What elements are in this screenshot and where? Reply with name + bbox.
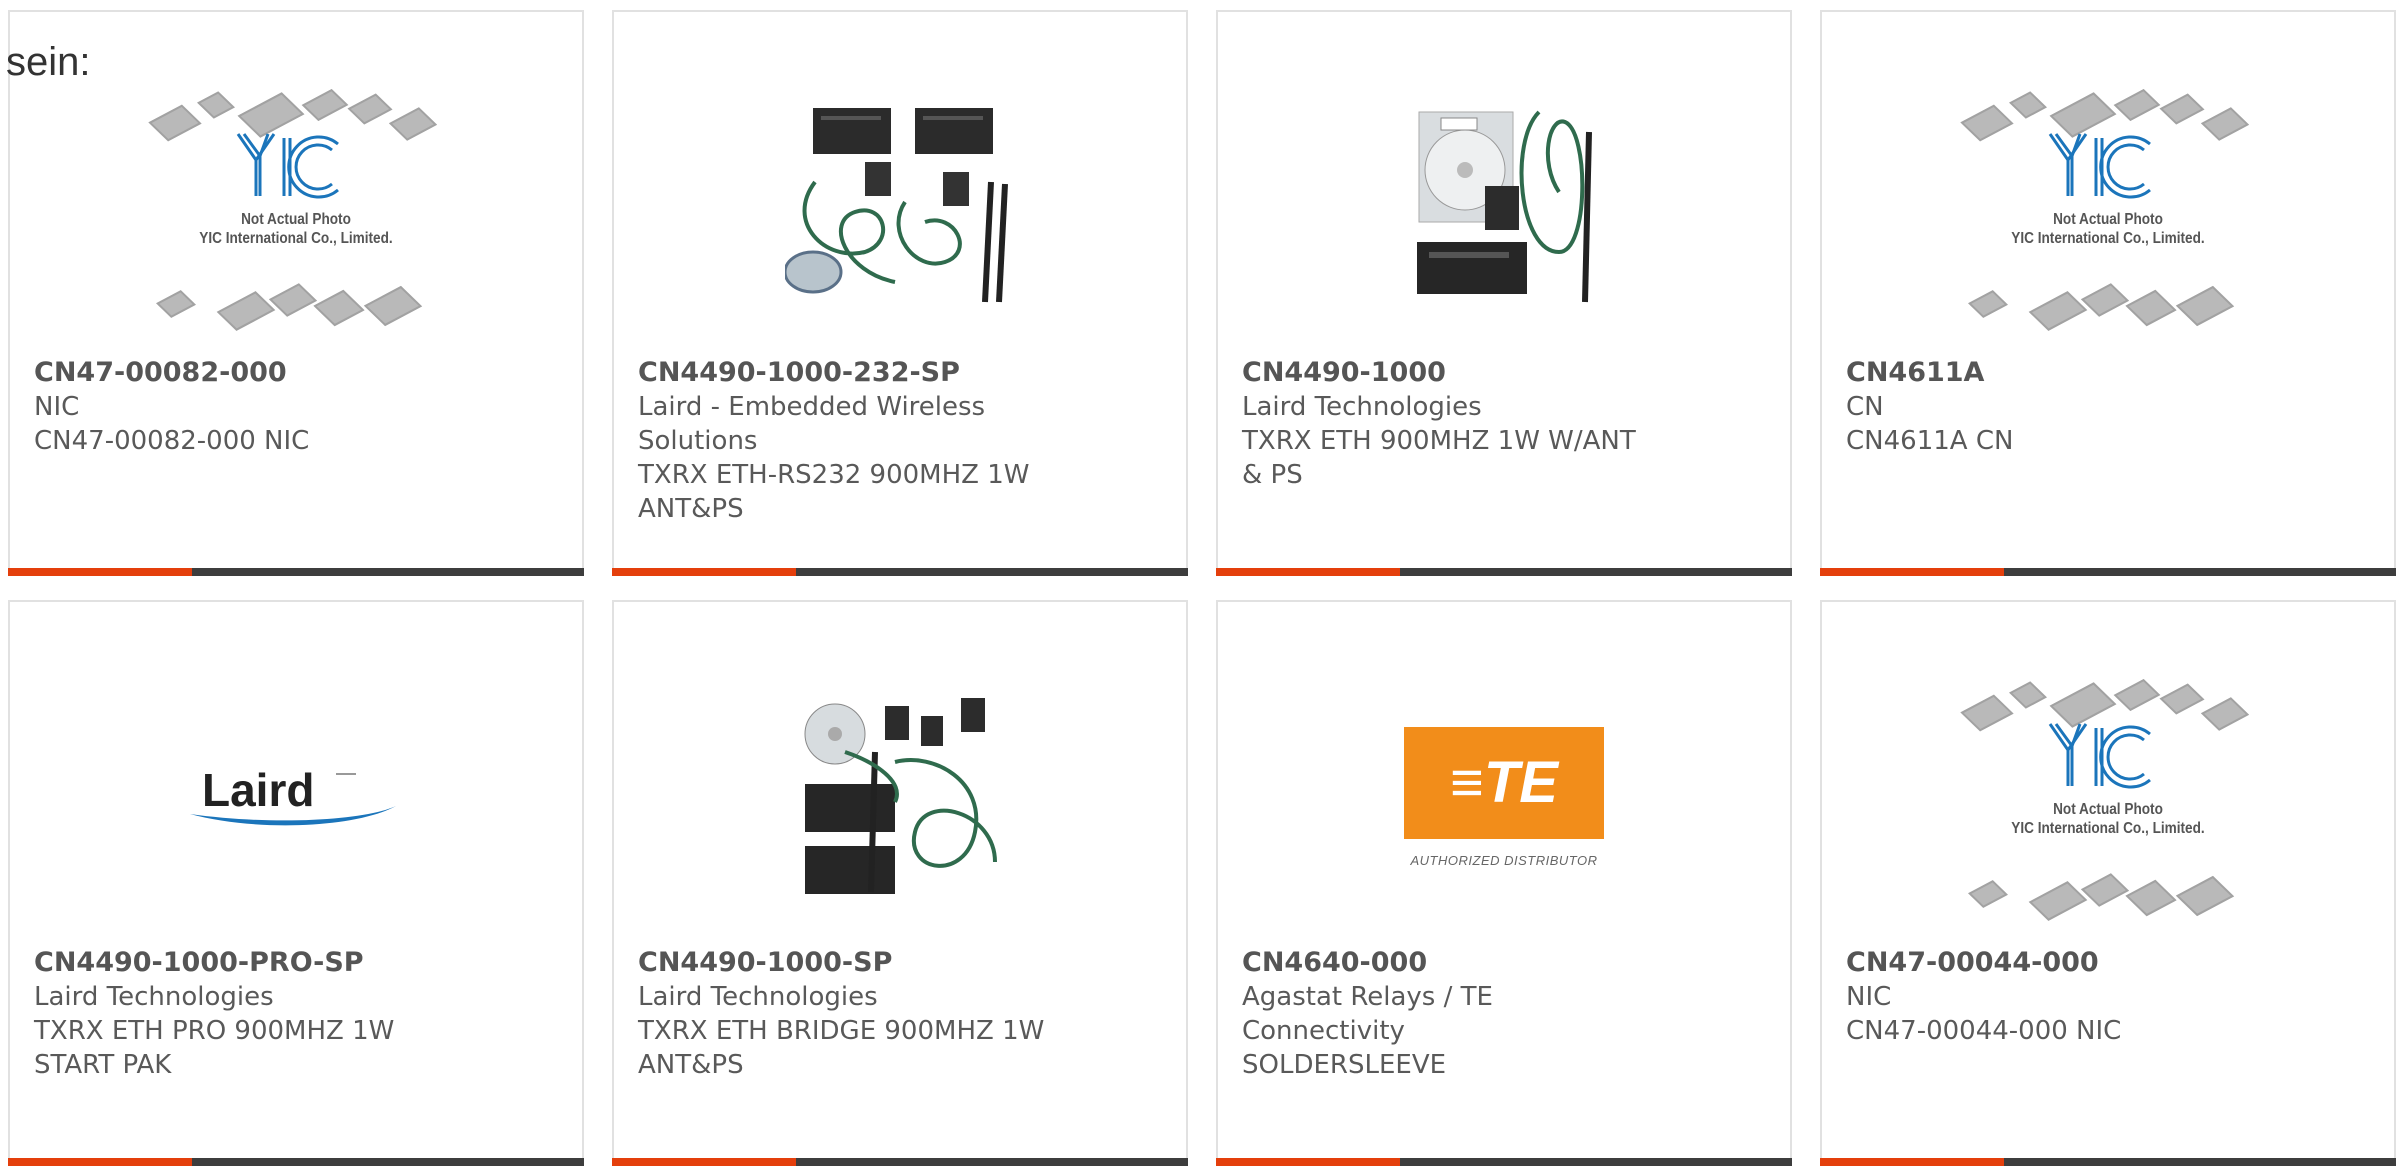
intro-text: sein:	[6, 40, 91, 84]
placeholder-caption-2: YIC International Co., Limited.	[2011, 820, 2205, 837]
manufacturer: NIC	[1846, 982, 1892, 1012]
radio-kit-photo	[1417, 110, 1592, 303]
laird-logo-icon: Laird	[190, 764, 396, 826]
part-number-link[interactable]: CN4640-000	[1242, 946, 1662, 980]
product-info: CN4490-1000-SP Laird Technologies TXRX E…	[638, 946, 1058, 1082]
placeholder-caption-2: YIC International Co., Limited.	[199, 230, 393, 247]
product-card[interactable]: Not Actual Photo YIC International Co., …	[1820, 10, 2396, 576]
card-footer-bar	[612, 1158, 1188, 1166]
te-logo-icon: ≡TE	[1404, 726, 1604, 839]
description: CN47-00082-000 NIC	[34, 426, 310, 456]
card-footer-bar	[8, 1158, 584, 1166]
product-grid: Not Actual Photo YIC International Co., …	[0, 0, 2400, 1167]
yic-logo-icon	[2048, 723, 2151, 789]
description: TXRX ETH 900MHZ 1W W/ANT & PS	[1242, 426, 1636, 490]
product-image[interactable]	[614, 652, 1186, 942]
product-card[interactable]: ≡TE AUTHORIZED DISTRIBUTOR CN4640-000 Ag…	[1216, 600, 1792, 1166]
product-info: CN4640-000 Agastat Relays / TE Connectiv…	[1242, 946, 1662, 1082]
card-footer-bar	[1820, 1158, 2396, 1166]
product-card[interactable]: Not Actual Photo YIC International Co., …	[8, 10, 584, 576]
product-image[interactable]: Laird	[10, 652, 582, 942]
yic-placeholder-image: Not Actual Photo YIC International Co., …	[1958, 662, 2258, 932]
yic-placeholder-image: Not Actual Photo YIC International Co., …	[146, 72, 446, 342]
product-card[interactable]: Laird CN4490-1000-PRO-SP Laird Technolog…	[8, 600, 584, 1166]
card-footer-bar	[1820, 568, 2396, 576]
card-footer-bar	[1216, 1158, 1792, 1166]
part-number-link[interactable]: CN4490-1000-232-SP	[638, 356, 1058, 390]
description: TXRX ETH-RS232 900MHZ 1W ANT&PS	[638, 460, 1030, 524]
product-image[interactable]: Not Actual Photo YIC International Co., …	[1822, 62, 2394, 352]
part-number-link[interactable]: CN4490-1000-SP	[638, 946, 1058, 980]
manufacturer: NIC	[34, 392, 80, 422]
manufacturer: CN	[1846, 392, 1884, 422]
product-info: CN4490-1000-PRO-SP Laird Technologies TX…	[34, 946, 454, 1082]
manufacturer: Laird - Embedded Wireless Solutions	[638, 392, 986, 456]
card-footer-bar	[612, 568, 1188, 576]
placeholder-caption-2: YIC International Co., Limited.	[2011, 230, 2205, 247]
te-logo-caption: AUTHORIZED DISTRIBUTOR	[1410, 852, 1598, 868]
placeholder-caption-1: Not Actual Photo	[2053, 211, 2163, 228]
yic-logo-icon	[236, 133, 339, 199]
description: CN47-00044-000 NIC	[1846, 1016, 2122, 1046]
placeholder-caption-1: Not Actual Photo	[2053, 801, 2163, 818]
manufacturer: Laird Technologies	[34, 982, 274, 1012]
manufacturer: Laird Technologies	[638, 982, 878, 1012]
description: TXRX ETH PRO 900MHZ 1W START PAK	[34, 1016, 395, 1080]
part-number-link[interactable]: CN47-00044-000	[1846, 946, 2266, 980]
description: CN4611A CN	[1846, 426, 2014, 456]
manufacturer: Laird Technologies	[1242, 392, 1482, 422]
product-info: CN47-00044-000 NIC CN47-00044-000 NIC	[1846, 946, 2266, 1048]
product-info: CN47-00082-000 NIC CN47-00082-000 NIC	[34, 356, 454, 458]
description: SOLDERSLEEVE	[1242, 1050, 1447, 1080]
product-image[interactable]: Not Actual Photo YIC International Co., …	[1822, 652, 2394, 942]
yic-logo-icon	[2048, 133, 2151, 199]
part-number-link[interactable]: CN47-00082-000	[34, 356, 454, 390]
part-number-link[interactable]: CN4611A	[1846, 356, 2266, 390]
radio-kit-photo	[804, 698, 997, 894]
card-footer-bar	[1216, 568, 1792, 576]
product-card[interactable]: CN4490-1000-232-SP Laird - Embedded Wire…	[612, 10, 1188, 576]
product-info: CN4490-1000-232-SP Laird - Embedded Wire…	[638, 356, 1058, 526]
part-number-link[interactable]: CN4490-1000-PRO-SP	[34, 946, 454, 980]
te-connectivity-logo: ≡TE AUTHORIZED DISTRIBUTOR	[1404, 726, 1604, 868]
product-image[interactable]: Not Actual Photo YIC International Co., …	[10, 62, 582, 352]
yic-placeholder-image: Not Actual Photo YIC International Co., …	[1958, 72, 2258, 342]
product-info: CN4490-1000 Laird Technologies TXRX ETH …	[1242, 356, 1662, 492]
part-number-link[interactable]: CN4490-1000	[1242, 356, 1662, 390]
product-card[interactable]: CN4490-1000 Laird Technologies TXRX ETH …	[1216, 10, 1792, 576]
product-image[interactable]	[1218, 62, 1790, 352]
placeholder-caption-1: Not Actual Photo	[241, 211, 351, 228]
card-footer-bar	[8, 568, 584, 576]
svg-text:Laird: Laird	[202, 764, 314, 816]
description: TXRX ETH BRIDGE 900MHZ 1W ANT&PS	[638, 1016, 1045, 1080]
product-card[interactable]: CN4490-1000-SP Laird Technologies TXRX E…	[612, 600, 1188, 1166]
radio-kit-photo	[785, 108, 1008, 303]
product-info: CN4611A CN CN4611A CN	[1846, 356, 2266, 458]
product-image[interactable]	[614, 62, 1186, 352]
manufacturer: Agastat Relays / TE Connectivity	[1242, 982, 1493, 1046]
product-image[interactable]: ≡TE AUTHORIZED DISTRIBUTOR	[1218, 652, 1790, 942]
product-card[interactable]: Not Actual Photo YIC International Co., …	[1820, 600, 2396, 1166]
